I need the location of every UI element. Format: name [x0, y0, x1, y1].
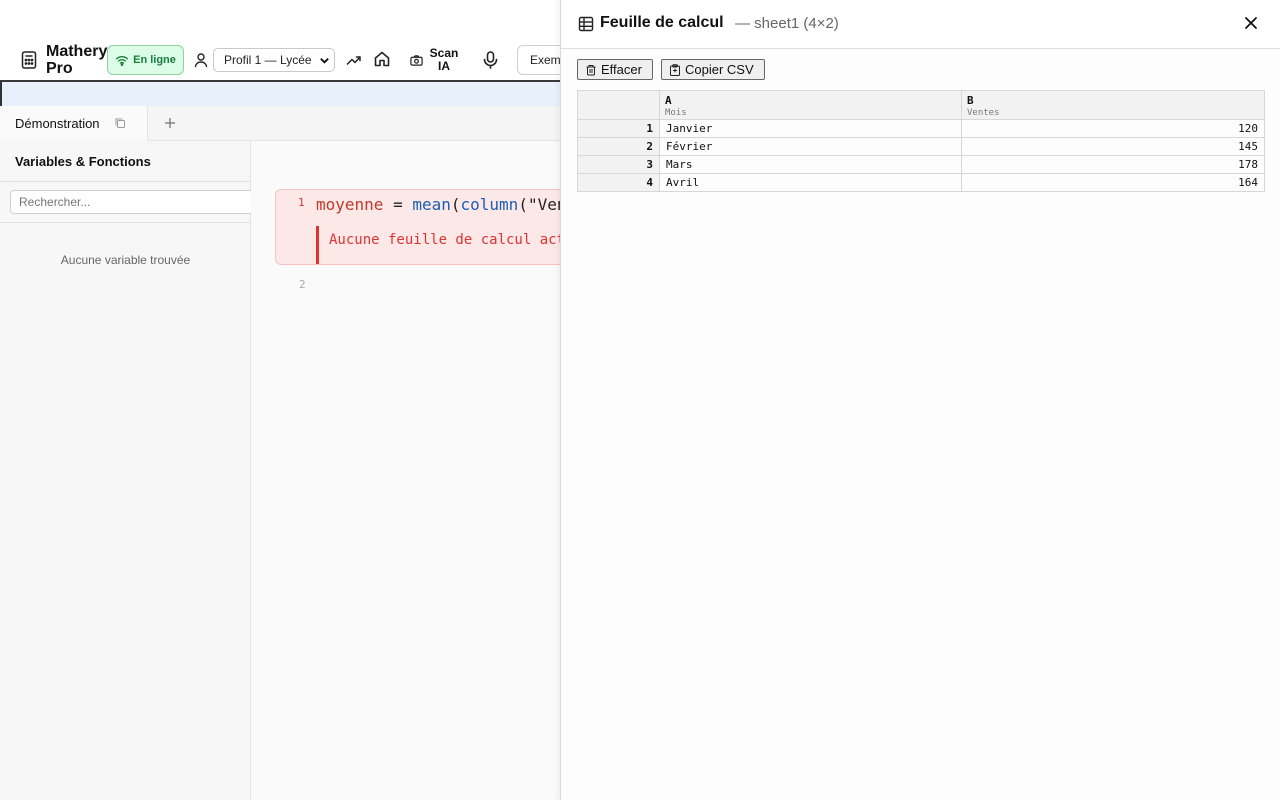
trash-icon [586, 64, 596, 75]
profile-select[interactable]: Profil 1 — Lycée [213, 48, 335, 72]
code-paren: ( [450, 195, 461, 214]
wifi-icon [116, 56, 129, 66]
duplicate-icon[interactable] [114, 117, 126, 129]
copy-csv-button[interactable]: Copier CSV [661, 59, 765, 80]
column-name: Mois [665, 108, 687, 118]
app-title: Mathery Pro [46, 43, 108, 77]
empty-state-text: Aucune variable trouvée [60, 253, 191, 267]
profile-select-value: Profil 1 — Lycée [224, 53, 312, 67]
row-number: 3 [577, 155, 660, 174]
close-icon[interactable] [1243, 15, 1259, 31]
divider [0, 222, 251, 223]
cell[interactable]: Avril [659, 173, 962, 192]
variables-sidebar: Variables & Fonctions Aucune variable tr… [0, 141, 258, 800]
sidebar-title: Variables & Fonctions [15, 154, 151, 169]
line-number: 1 [298, 196, 305, 209]
cell[interactable]: Mars [659, 155, 962, 174]
cell[interactable]: 145 [961, 137, 1265, 156]
scan-ia-button[interactable]: Scan IA [410, 46, 466, 74]
user-icon [194, 53, 208, 68]
code-function: column [460, 195, 519, 214]
code-function: mean [412, 195, 451, 214]
code-editor[interactable]: 1 moyenne = mean(column("Ventes")) Aucun… [251, 141, 575, 800]
table-row: 4 Avril 164 [577, 173, 1265, 192]
row-number: 4 [577, 173, 660, 192]
column-header-b[interactable]: B Ventes [961, 90, 1265, 120]
spreadsheet-panel: Feuille de calcul — sheet1 (4×2) Effacer… [560, 0, 1280, 800]
scan-ia-label: Scan IA [429, 46, 459, 73]
panel-subtitle: — sheet1 (4×2) [735, 15, 839, 32]
code-line[interactable]: moyenne = mean(column("Ventes")) [316, 195, 574, 214]
column-name: Ventes [967, 108, 1000, 118]
column-header-a[interactable]: A Mois [659, 90, 962, 120]
online-status-badge: En ligne [107, 45, 184, 75]
clear-button-label: Effacer [601, 62, 642, 77]
corner-cell [577, 90, 660, 120]
clear-button[interactable]: Effacer [577, 59, 653, 80]
panel-header: Feuille de calcul — sheet1 (4×2) [561, 0, 1280, 49]
trending-up-icon[interactable] [346, 52, 362, 68]
mic-icon[interactable] [482, 51, 499, 69]
panel-title: Feuille de calcul [600, 14, 724, 31]
row-number: 1 [577, 119, 660, 138]
code-operator: = [383, 195, 413, 214]
column-letter: B [967, 94, 974, 107]
error-message: Aucune feuille de calcul active [316, 226, 574, 264]
cell[interactable]: 164 [961, 173, 1265, 192]
chevron-down-icon [320, 58, 329, 64]
code-cell-error[interactable]: 1 moyenne = mean(column("Ventes")) Aucun… [275, 189, 575, 265]
clipboard-icon [670, 63, 680, 76]
column-letter: A [665, 94, 672, 107]
copy-csv-label: Copier CSV [685, 62, 754, 77]
cell[interactable]: Janvier [659, 119, 962, 138]
line-number: 2 [299, 278, 306, 291]
cell[interactable]: Février [659, 137, 962, 156]
table-icon [578, 16, 594, 32]
calculator-icon [21, 51, 37, 69]
code-variable: moyenne [316, 195, 384, 214]
home-icon[interactable] [373, 50, 391, 68]
table-row: 3 Mars 178 [577, 155, 1265, 174]
divider [0, 181, 251, 182]
tab-demonstration[interactable]: Démonstration [0, 106, 148, 141]
row-number: 2 [577, 137, 660, 156]
variable-search-input[interactable] [10, 190, 258, 214]
spreadsheet-grid: A Mois B Ventes 1 Janvier 120 2 Février … [577, 90, 1265, 192]
status-label: En ligne [133, 54, 176, 66]
add-tab-icon[interactable] [162, 115, 178, 131]
table-row: 2 Février 145 [577, 137, 1265, 156]
table-row: 1 Janvier 120 [577, 119, 1265, 138]
cell[interactable]: 120 [961, 119, 1265, 138]
cell[interactable]: 178 [961, 155, 1265, 174]
camera-icon [410, 54, 423, 66]
tab-label: Démonstration [15, 116, 100, 131]
